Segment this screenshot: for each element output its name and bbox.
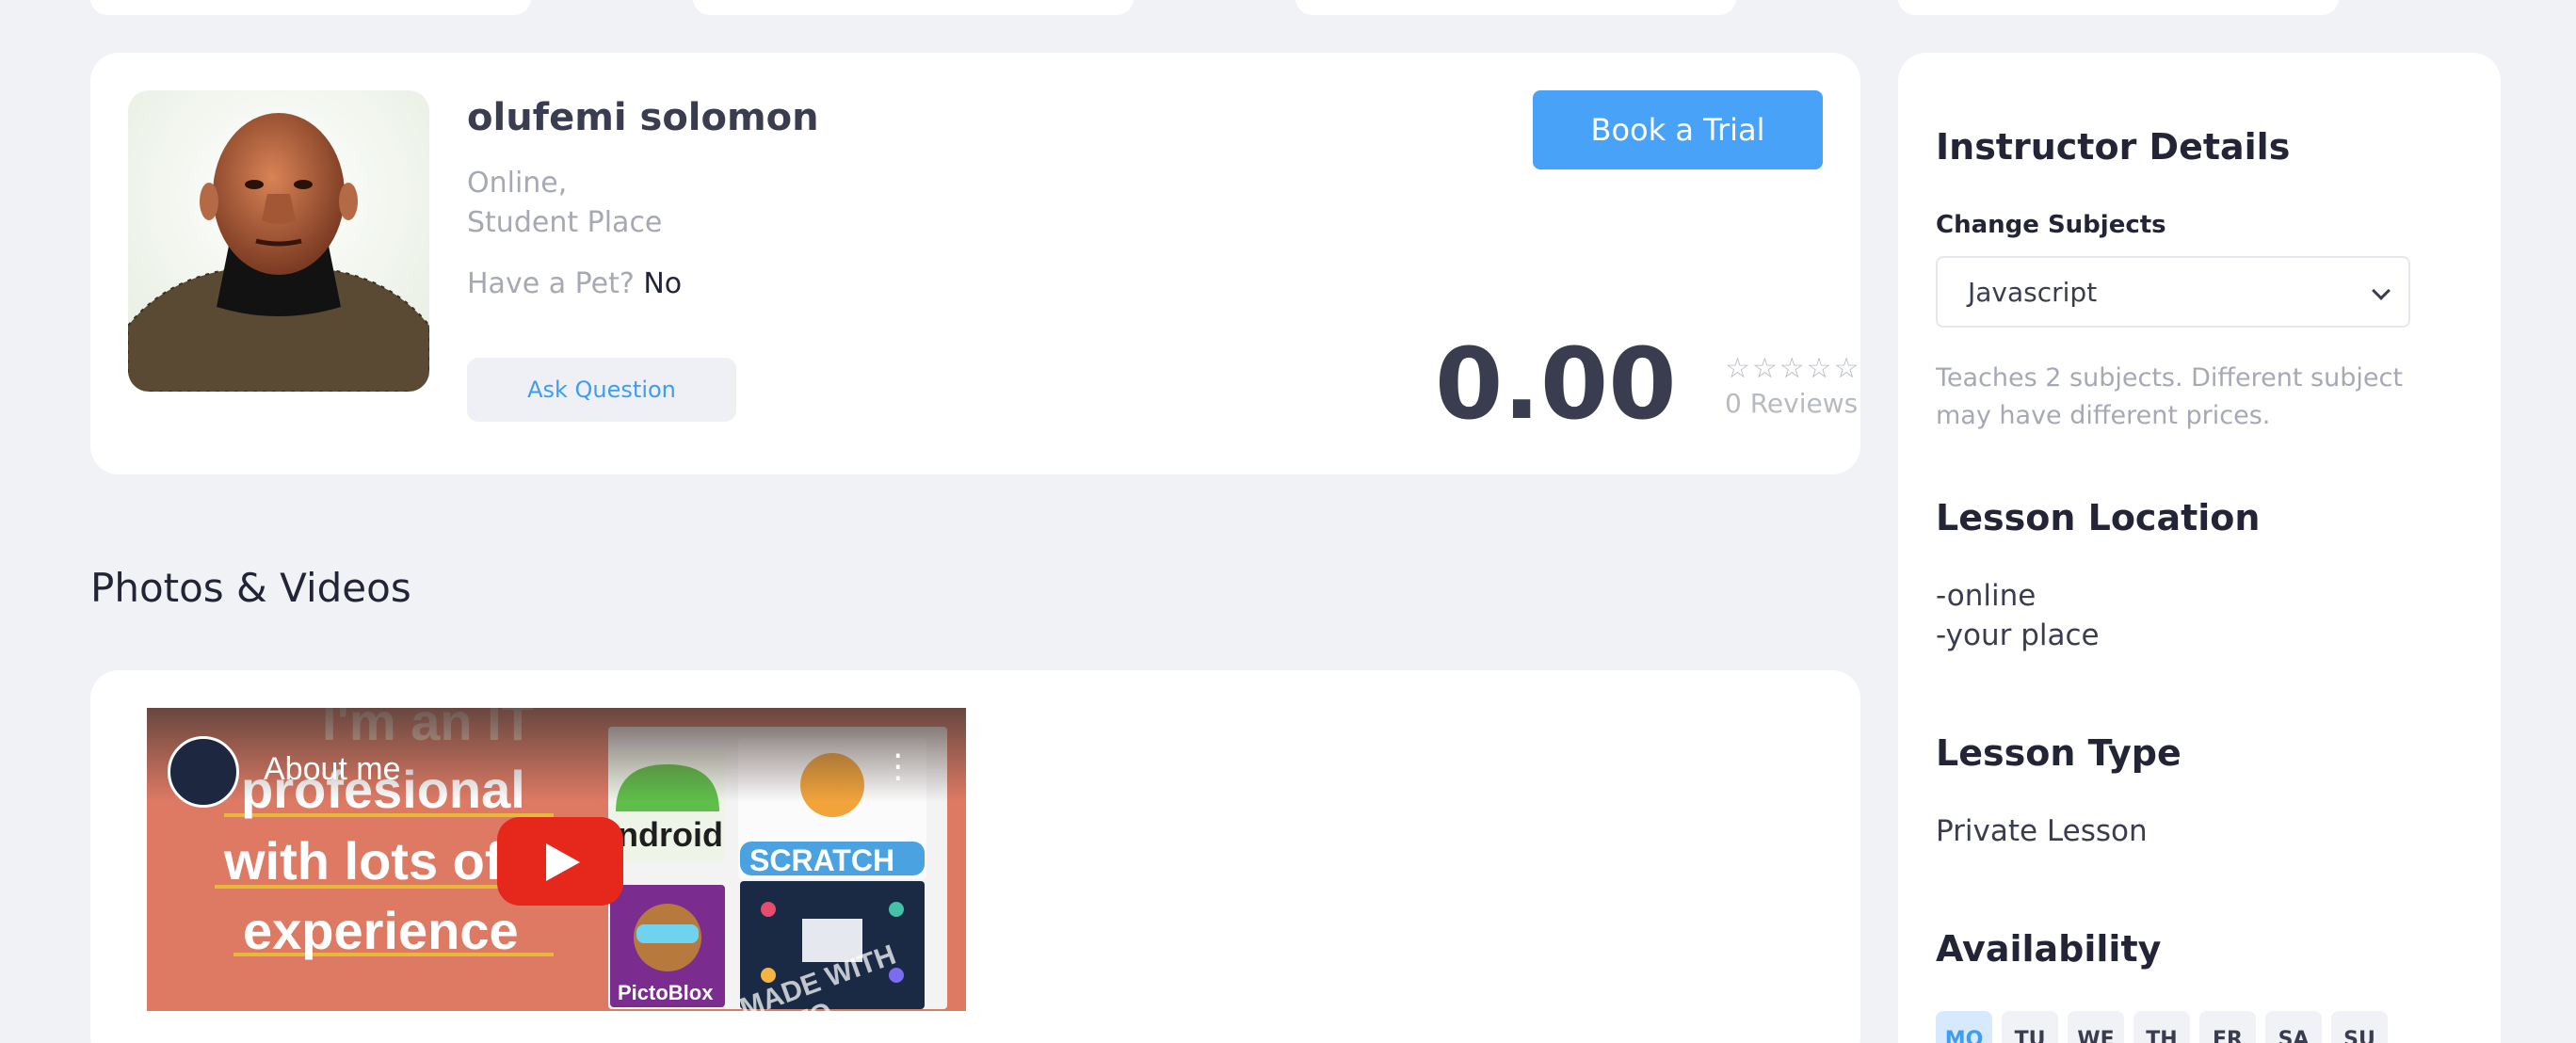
reviews-count: 0 Reviews [1725, 388, 1859, 419]
availability-title: Availability [1936, 928, 2162, 970]
instructor-locations: Online, Student Place [467, 164, 662, 243]
more-options-icon[interactable]: · · · [893, 740, 903, 796]
day-tab-mo[interactable]: MO [1936, 1011, 1992, 1043]
book-trial-button[interactable]: Book a Trial [1533, 90, 1823, 169]
scratch-label: SCRATCH [749, 843, 895, 877]
android-label: ndroid [618, 815, 723, 854]
location-line: Online, [467, 167, 568, 200]
instructor-details-title: Instructor Details [1936, 126, 2291, 168]
instructor-name: olufemi solomon [467, 96, 819, 139]
instructor-details-sidebar: Instructor Details Change Subjects Javas… [1898, 53, 2501, 1043]
pet-value: No [643, 267, 683, 300]
top-card-1 [90, 0, 531, 15]
video-player[interactable]: I'm an IT profesional with lots of exper… [147, 708, 966, 1011]
instructor-profile-card: olufemi solomon Online, Student Place Ha… [90, 53, 1860, 474]
channel-avatar-icon[interactable] [168, 736, 239, 808]
chevron-down-icon [2372, 281, 2391, 300]
lesson-location-title: Lesson Location [1936, 497, 2261, 538]
media-card: I'm an IT profesional with lots of exper… [90, 670, 1860, 1043]
top-card-4 [1898, 0, 2339, 15]
subject-select[interactable]: Javascript [1936, 256, 2410, 328]
thumbnail-art: experience [243, 901, 519, 960]
day-tab-fr[interactable]: FR [2199, 1011, 2256, 1043]
subject-select-value: Javascript [1968, 276, 2098, 308]
rating-stars-icon: ☆☆☆☆☆ [1725, 352, 1861, 385]
location-line: Student Place [467, 206, 663, 239]
subjects-note: Teaches 2 subjects. Different subject ma… [1936, 363, 2403, 430]
day-tab-th[interactable]: TH [2133, 1011, 2190, 1043]
lesson-type-title: Lesson Type [1936, 732, 2182, 774]
change-subjects-label: Change Subjects [1936, 211, 2166, 239]
instructor-avatar [128, 90, 429, 392]
photos-videos-title: Photos & Videos [90, 565, 411, 611]
ask-question-button[interactable]: Ask Question [467, 358, 736, 422]
pet-info: Have a Pet? No [467, 267, 682, 300]
video-title[interactable]: About me [264, 751, 401, 788]
day-tab-we[interactable]: WE [2068, 1011, 2124, 1043]
lesson-location-item: -online [1936, 579, 2037, 613]
pictoblox-label: PictoBlox [618, 981, 714, 1004]
day-tab-sa[interactable]: SA [2265, 1011, 2322, 1043]
lesson-location-item: -your place [1936, 618, 2100, 652]
day-tab-tu[interactable]: TU [2002, 1011, 2058, 1043]
top-card-2 [693, 0, 1134, 15]
day-tab-su[interactable]: SU [2331, 1011, 2388, 1043]
play-button-icon[interactable] [497, 817, 623, 906]
rating-score: 0.00 [1435, 327, 1677, 441]
availability-days: MO TU WE TH FR SA SU [1936, 1011, 2388, 1043]
top-card-3 [1296, 0, 1736, 15]
lesson-type-value: Private Lesson [1936, 814, 2148, 848]
pet-label: Have a Pet? [467, 267, 635, 300]
thumbnail-art: with lots of [224, 831, 503, 891]
